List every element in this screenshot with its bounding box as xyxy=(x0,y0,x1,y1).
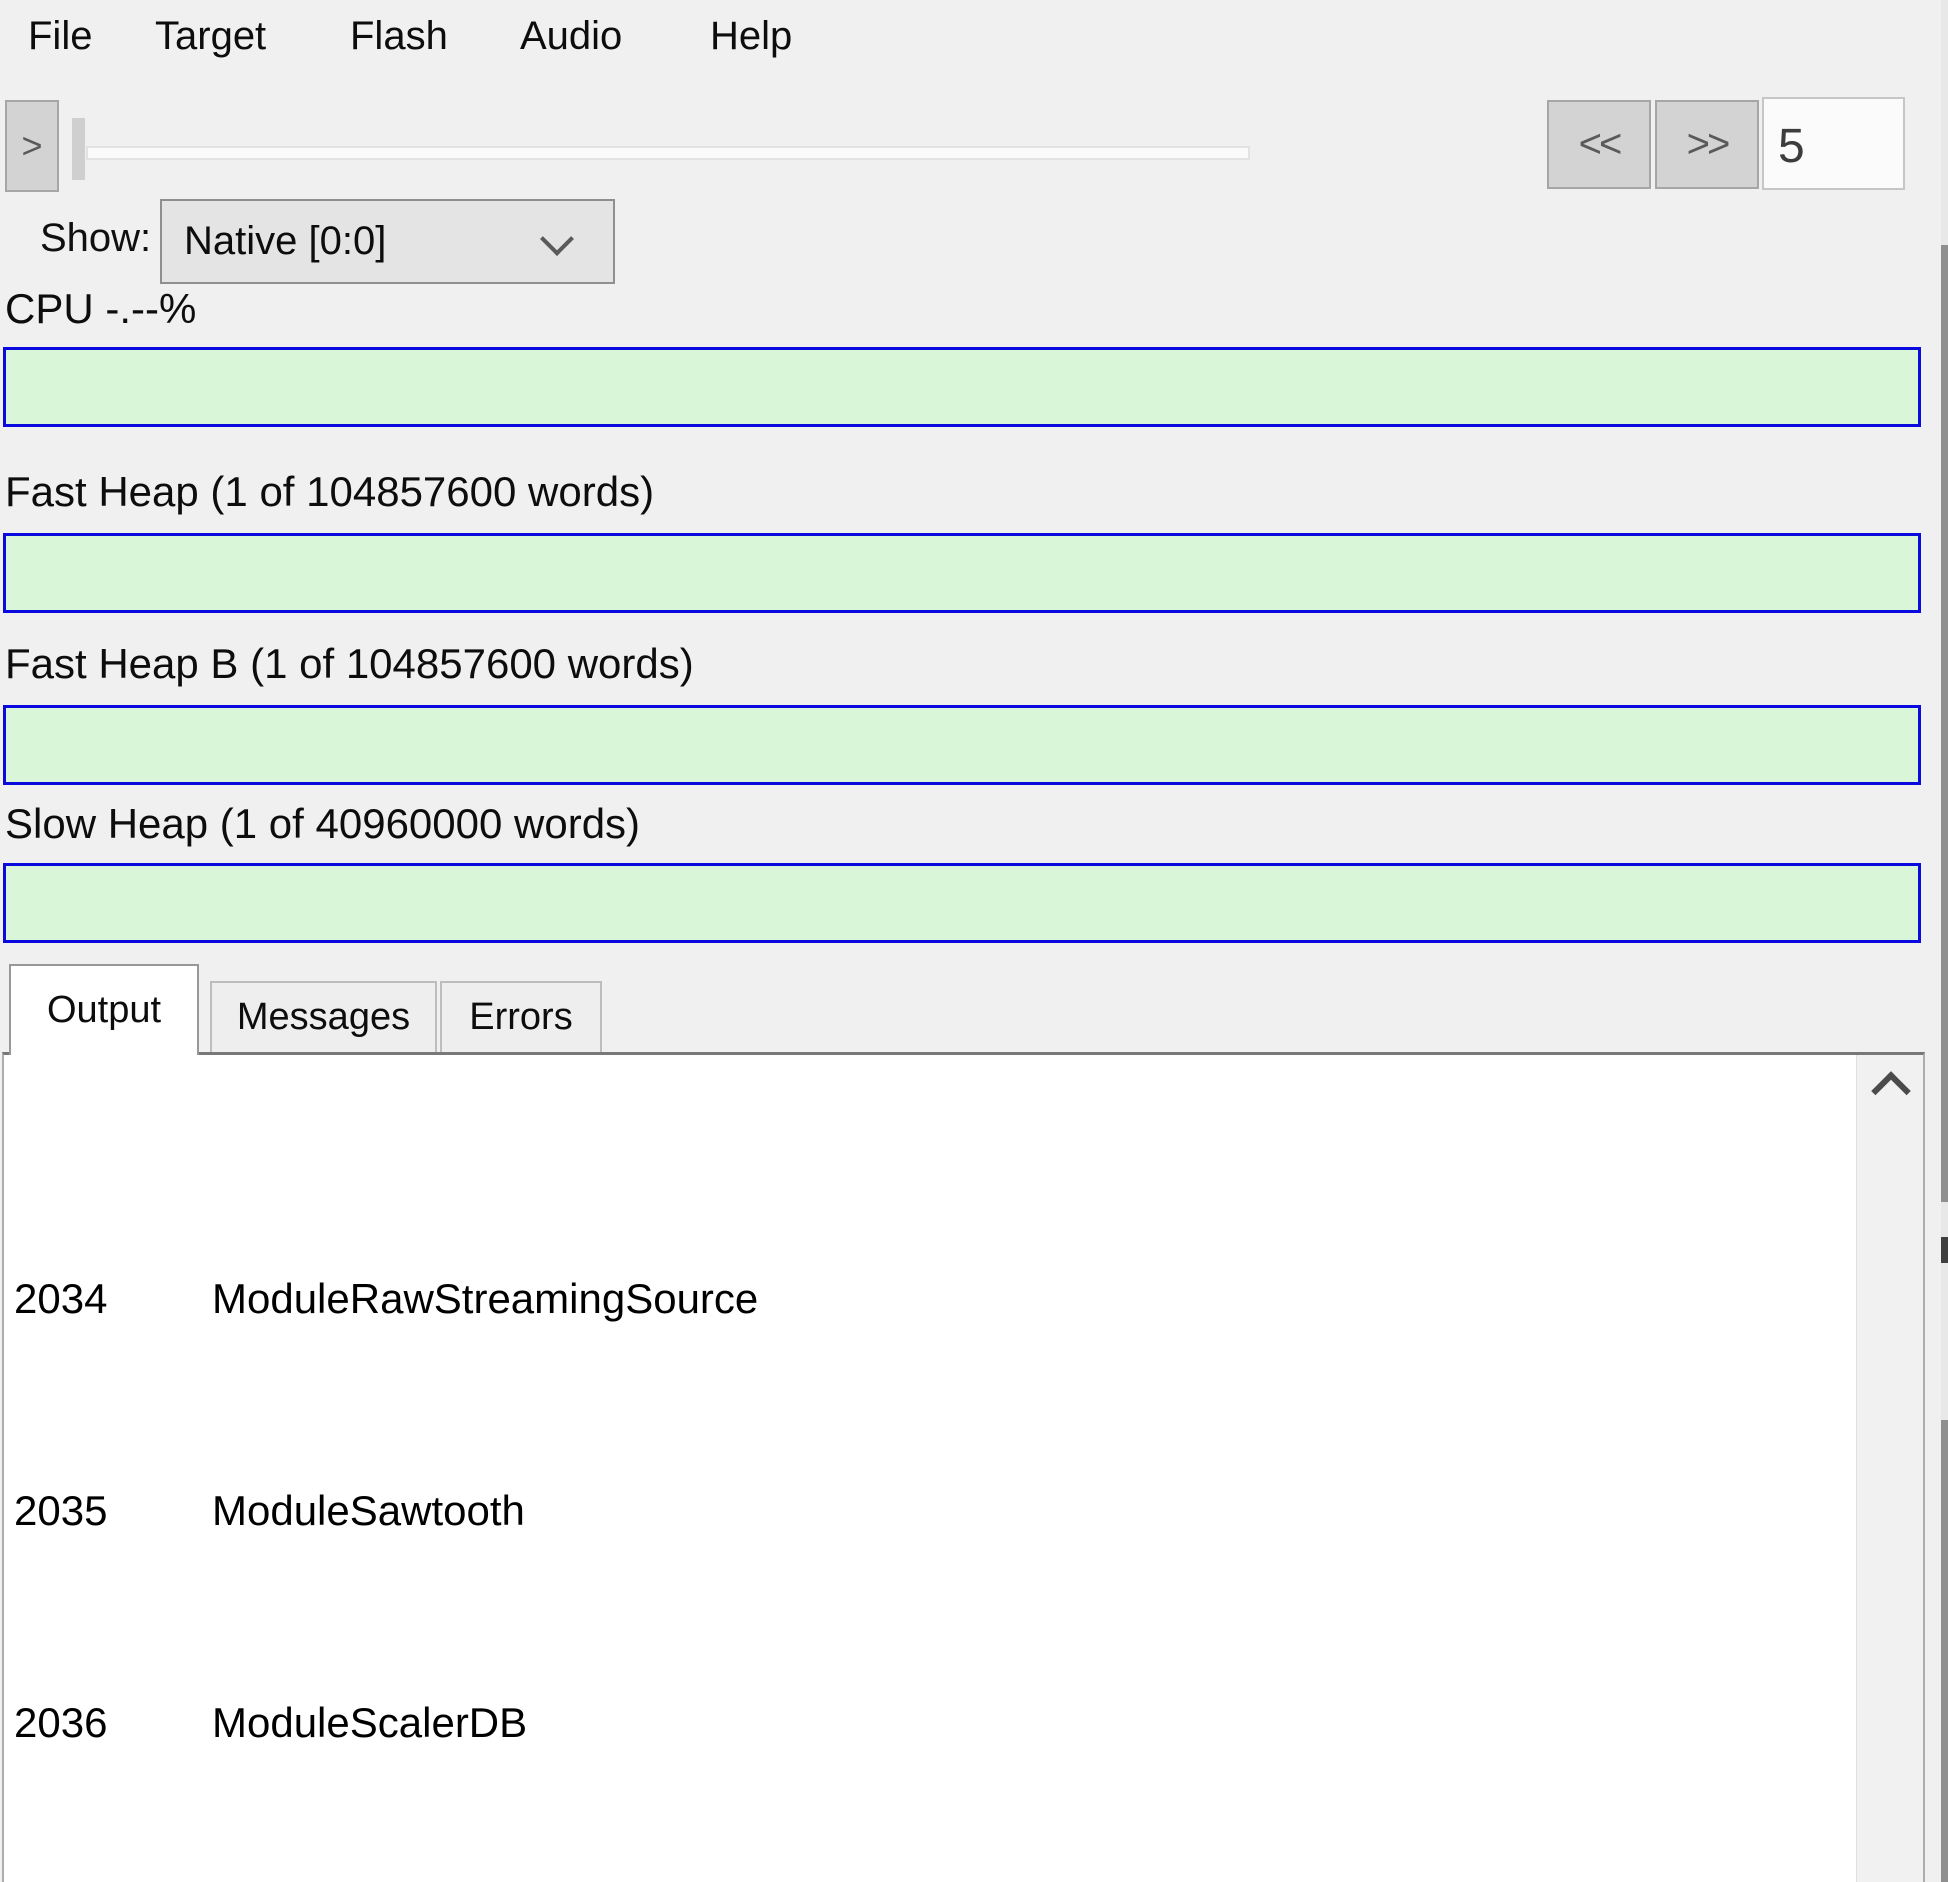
window-edge-scrollbar[interactable] xyxy=(1941,0,1948,1882)
fast-heap-b-meter xyxy=(3,705,1921,785)
slow-heap-meter xyxy=(3,863,1921,943)
fast-heap-meter xyxy=(3,533,1921,613)
counter-input[interactable] xyxy=(1762,97,1905,190)
cpu-label: CPU -.--% xyxy=(5,285,196,333)
output-line-number: 2035 xyxy=(14,1484,212,1537)
menu-target[interactable]: Target xyxy=(155,10,266,62)
output-line-number: 2034 xyxy=(14,1272,212,1325)
position-slider-thumb[interactable] xyxy=(72,118,85,180)
chevron-up-icon[interactable] xyxy=(1871,1071,1911,1111)
position-slider-track[interactable] xyxy=(86,146,1250,160)
fast-heap-b-label: Fast Heap B (1 of 104857600 words) xyxy=(5,640,694,688)
next-button[interactable]: >> xyxy=(1655,100,1759,189)
slow-heap-label: Slow Heap (1 of 40960000 words) xyxy=(5,800,640,848)
menu-flash[interactable]: Flash xyxy=(350,10,448,62)
output-line-number: 2036 xyxy=(14,1696,212,1749)
menu-audio[interactable]: Audio xyxy=(520,10,622,62)
output-lines: 2034ModuleRawStreamingSource 2035ModuleS… xyxy=(14,1060,1853,1882)
output-line: 2034ModuleRawStreamingSource xyxy=(14,1272,1853,1325)
edge-scrollbar-thumb-upper[interactable] xyxy=(1941,245,1948,1202)
step-button[interactable]: > xyxy=(5,100,59,192)
output-line-text: ModuleSawtooth xyxy=(212,1487,525,1534)
edge-scrollbar-mark xyxy=(1941,1237,1948,1263)
prev-button[interactable]: << xyxy=(1547,100,1651,189)
output-line: 2036ModuleScalerDB xyxy=(14,1696,1853,1749)
menu-file[interactable]: File xyxy=(28,10,92,62)
fast-heap-label: Fast Heap (1 of 104857600 words) xyxy=(5,468,654,516)
menu-help[interactable]: Help xyxy=(710,10,792,62)
show-dropdown[interactable]: Native [0:0] xyxy=(160,199,615,284)
tab-messages[interactable]: Messages xyxy=(210,981,437,1052)
output-line-text: ModuleRawStreamingSource xyxy=(212,1275,758,1322)
cpu-meter xyxy=(3,347,1921,427)
output-line-text: ModuleScalerDB xyxy=(212,1699,527,1746)
chevron-down-icon xyxy=(540,222,574,256)
edge-scrollbar-thumb-lower[interactable] xyxy=(1941,1420,1948,1882)
output-panel[interactable]: 2034ModuleRawStreamingSource 2035ModuleS… xyxy=(2,1052,1925,1882)
show-label: Show: xyxy=(40,216,151,261)
show-dropdown-value: Native [0:0] xyxy=(162,219,386,264)
tab-output[interactable]: Output xyxy=(9,964,199,1055)
output-line: 2035ModuleSawtooth xyxy=(14,1484,1853,1537)
tab-errors[interactable]: Errors xyxy=(440,981,602,1052)
app-window: File Target Flash Audio Help > << >> Sho… xyxy=(0,0,1948,1882)
output-scrollbar[interactable] xyxy=(1856,1055,1923,1882)
